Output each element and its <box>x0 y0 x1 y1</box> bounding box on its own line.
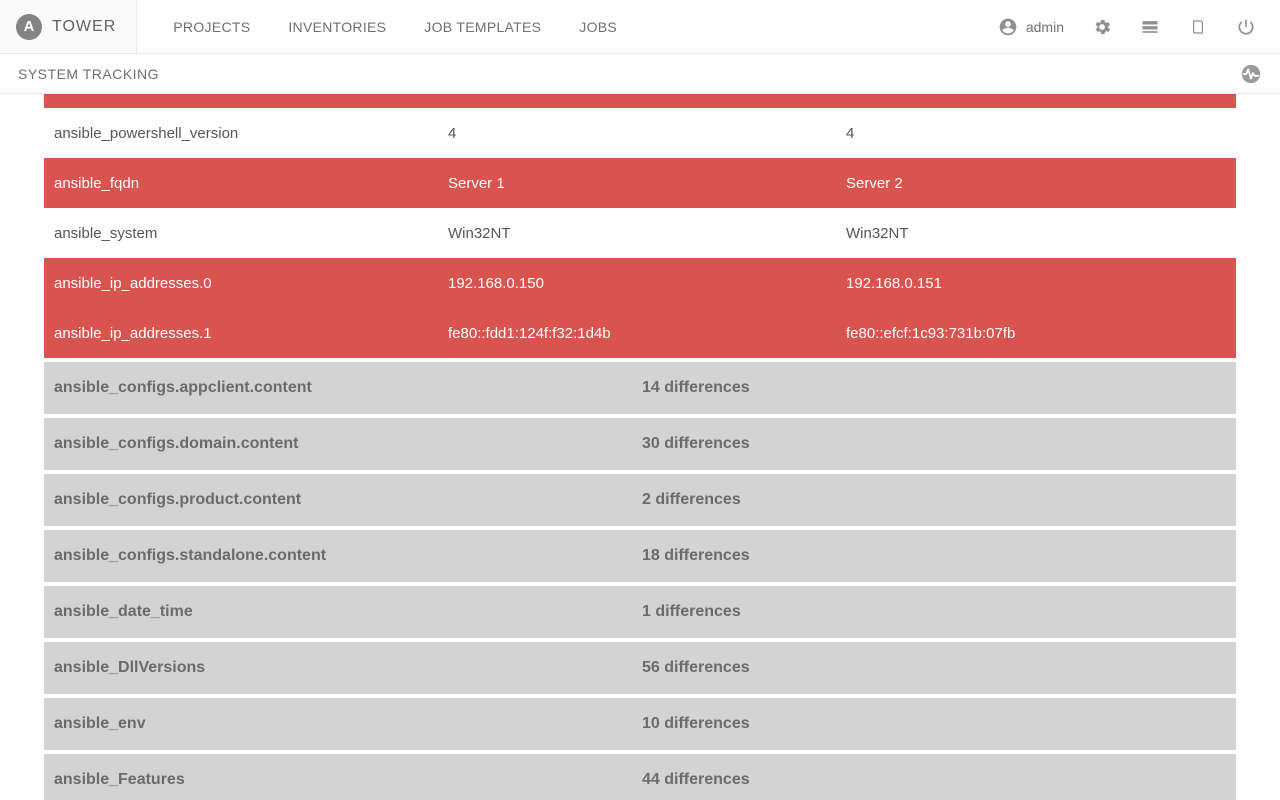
summary-diffs: 2 differences <box>642 491 1226 509</box>
nav-jobs[interactable]: JOBS <box>579 19 617 35</box>
fact-value-1: 4 <box>448 125 846 142</box>
fact-value-1: 192.168.0.150 <box>448 275 846 292</box>
portal-icon[interactable] <box>1140 17 1160 37</box>
nav-job-templates[interactable]: JOB TEMPLATES <box>424 19 541 35</box>
nav-projects[interactable]: PROJECTS <box>173 19 250 35</box>
fact-key: ansible_system <box>54 225 448 242</box>
summary-row[interactable]: ansible_configs.standalone.content 18 di… <box>44 526 1236 582</box>
fact-value-1: Server 1 <box>448 175 846 192</box>
gear-icon[interactable] <box>1092 17 1112 37</box>
summary-row[interactable]: ansible_configs.domain.content 30 differ… <box>44 414 1236 470</box>
fact-key: ansible_powershell_version <box>54 125 448 142</box>
summary-row[interactable]: ansible_configs.appclient.content 14 dif… <box>44 358 1236 414</box>
docs-icon[interactable] <box>1188 17 1208 37</box>
content: ansible_powershell_version 4 4 ansible_f… <box>0 94 1280 800</box>
fact-value-1: fe80::fdd1:124f:f32:1d4b <box>448 325 846 342</box>
nav-inventories[interactable]: INVENTORIES <box>288 19 386 35</box>
fact-key: ansible_ip_addresses.0 <box>54 275 448 292</box>
comparison-row: ansible_ip_addresses.0 192.168.0.150 192… <box>44 258 1236 308</box>
fact-value-2: 192.168.0.151 <box>846 275 1226 292</box>
comparison-row: ansible_system Win32NT Win32NT <box>44 208 1236 258</box>
sub-header: SYSTEM TRACKING <box>0 54 1280 94</box>
fact-value-2: Server 2 <box>846 175 1226 192</box>
summary-key: ansible_Features <box>54 771 642 789</box>
primary-nav: PROJECTS INVENTORIES JOB TEMPLATES JOBS <box>137 0 617 53</box>
summary-key: ansible_configs.domain.content <box>54 435 642 453</box>
comparison-row: ansible_ip_addresses.1 fe80::fdd1:124f:f… <box>44 308 1236 358</box>
brand-mark: A <box>16 14 42 40</box>
summary-row[interactable]: ansible_configs.product.content 2 differ… <box>44 470 1236 526</box>
summary-diffs: 30 differences <box>642 435 1226 453</box>
summary-key: ansible_date_time <box>54 603 642 621</box>
summary-key: ansible_DllVersions <box>54 659 642 677</box>
fact-key: ansible_ip_addresses.1 <box>54 325 448 342</box>
user-icon <box>998 17 1018 37</box>
summary-key: ansible_configs.standalone.content <box>54 547 642 565</box>
summary-row[interactable]: ansible_DllVersions 56 differences <box>44 638 1236 694</box>
brand[interactable]: A TOWER <box>0 0 137 53</box>
comparison-row: ansible_powershell_version 4 4 <box>44 108 1236 158</box>
activity-icon[interactable] <box>1240 63 1262 85</box>
fact-value-1: Win32NT <box>448 225 846 242</box>
comparison-row: ansible_fqdn Server 1 Server 2 <box>44 158 1236 208</box>
top-nav: A TOWER PROJECTS INVENTORIES JOB TEMPLAT… <box>0 0 1280 54</box>
summary-diffs: 14 differences <box>642 379 1226 397</box>
summary-diffs: 56 differences <box>642 659 1226 677</box>
nav-right: admin <box>998 0 1280 53</box>
summary-row[interactable]: ansible_Features 44 differences <box>44 750 1236 800</box>
summary-diffs: 44 differences <box>642 771 1226 789</box>
fact-value-2: fe80::efcf:1c93:731b:07fb <box>846 325 1226 342</box>
comparison-row <box>44 94 1236 108</box>
page-title: SYSTEM TRACKING <box>18 66 159 82</box>
summary-key: ansible_configs.product.content <box>54 491 642 509</box>
fact-value-2: 4 <box>846 125 1226 142</box>
summary-key: ansible_env <box>54 715 642 733</box>
fact-value-2: Win32NT <box>846 225 1226 242</box>
summary-row[interactable]: ansible_date_time 1 differences <box>44 582 1236 638</box>
tracking-panel: ansible_powershell_version 4 4 ansible_f… <box>44 94 1236 800</box>
power-icon[interactable] <box>1236 17 1256 37</box>
current-user[interactable]: admin <box>998 17 1064 37</box>
summary-diffs: 10 differences <box>642 715 1226 733</box>
brand-name: TOWER <box>52 18 116 36</box>
summary-key: ansible_configs.appclient.content <box>54 379 642 397</box>
user-label: admin <box>1026 19 1064 35</box>
summary-diffs: 18 differences <box>642 547 1226 565</box>
summary-row[interactable]: ansible_env 10 differences <box>44 694 1236 750</box>
summary-diffs: 1 differences <box>642 603 1226 621</box>
fact-key: ansible_fqdn <box>54 175 448 192</box>
